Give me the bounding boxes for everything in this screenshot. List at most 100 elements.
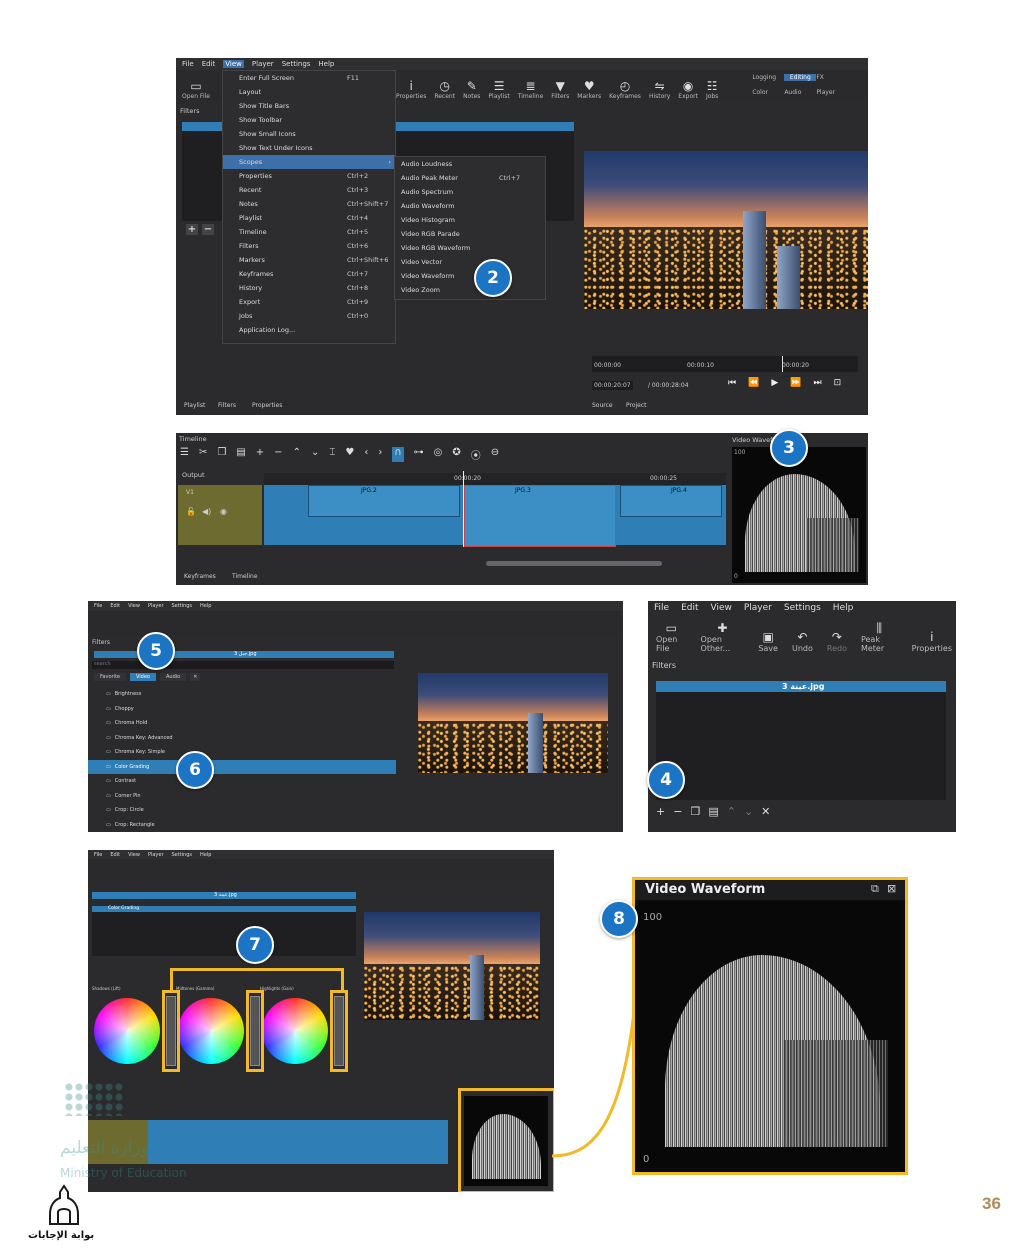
snap-icon[interactable]: ∩ — [392, 447, 404, 462]
layout-audio[interactable]: Audio — [784, 89, 816, 96]
close-tab-icon[interactable]: ✕ — [190, 673, 201, 681]
filter-search[interactable]: search — [92, 661, 394, 669]
scopes-menu-item[interactable]: Video Histogram — [395, 213, 545, 227]
fast-forward-icon[interactable]: ⏩ — [790, 378, 801, 388]
properties-button[interactable]: i Properties — [908, 621, 956, 653]
rewind-icon[interactable]: ⏪ — [748, 378, 759, 388]
ripple-icon[interactable]: ◎ — [434, 447, 443, 462]
view-menu-item[interactable]: Enter Full Screen F11 — [223, 71, 395, 85]
filter-list-item[interactable]: ▭ Chroma Key: Simple — [88, 745, 396, 760]
menu-view[interactable]: View — [128, 852, 140, 858]
scopes-menu-item[interactable]: Video RGB Parade — [395, 227, 545, 241]
add-icon[interactable]: + — [256, 447, 264, 462]
copy-icon[interactable]: ❐ — [217, 447, 226, 462]
tab-video[interactable]: Video — [129, 673, 156, 681]
clip-jpg4[interactable]: JPG.4 — [620, 485, 722, 517]
ripple-all-icon[interactable]: ✪ — [452, 447, 460, 462]
menu-player[interactable]: Player — [148, 603, 164, 609]
view-menu-item[interactable]: Show Small Icons — [223, 127, 395, 141]
copy-filter-icon[interactable]: ❐ — [690, 805, 700, 818]
play-icon[interactable]: ▶ — [771, 378, 778, 388]
clip-jpg3[interactable]: JPG.3 — [464, 485, 616, 547]
menu-settings[interactable]: Settings — [172, 852, 193, 858]
timeline-button[interactable]: ≣ Timeline — [514, 70, 548, 100]
zoom-out-icon[interactable]: ⊖ — [491, 447, 499, 462]
scopes-menu-item[interactable]: Video Zoom — [395, 283, 545, 297]
next-icon[interactable]: › — [378, 447, 382, 462]
menu-view[interactable]: View — [223, 60, 244, 68]
cut-icon[interactable]: ✂ — [199, 447, 207, 462]
menu-view[interactable]: View — [128, 603, 140, 609]
menu-settings[interactable]: Settings — [784, 603, 821, 613]
split-icon[interactable]: ⌶ — [329, 447, 335, 462]
layout-logging[interactable]: Logging — [752, 74, 784, 81]
menu-edit[interactable]: Edit — [110, 603, 120, 609]
view-menu-item[interactable]: Filters Ctrl+6 — [223, 239, 395, 253]
markers-button[interactable]: ♥ Markers — [573, 70, 605, 100]
menu-edit[interactable]: Edit — [110, 852, 120, 858]
tab-keyframes[interactable]: Keyframes — [184, 573, 216, 580]
eye-icon[interactable]: ◉ — [220, 507, 227, 516]
menu-help[interactable]: Help — [200, 852, 211, 858]
filters-button[interactable]: ▼ Filters — [547, 70, 573, 100]
highlights-color-wheel[interactable] — [262, 998, 328, 1064]
jobs-button[interactable]: ☷ Jobs — [702, 70, 722, 100]
view-menu-item[interactable]: Show Text Under Icons — [223, 141, 395, 155]
mute-icon[interactable]: ◀) — [202, 507, 211, 516]
move-up-icon[interactable]: ⌃ — [727, 805, 736, 818]
prev-icon[interactable]: ‹ — [364, 447, 368, 462]
move-down-icon[interactable]: ⌄ — [744, 805, 753, 818]
view-menu-item[interactable]: Export Ctrl+9 — [223, 295, 395, 309]
view-menu-item[interactable]: Properties Ctrl+2 — [223, 169, 395, 183]
shadows-color-wheel[interactable] — [94, 998, 160, 1064]
close-icon[interactable]: ⊠ — [887, 882, 896, 895]
scopes-menu-item[interactable]: Video Vector — [395, 255, 545, 269]
scopes-menu-item[interactable]: Video Waveform — [395, 269, 545, 283]
skip-start-icon[interactable]: ⏮ — [728, 378, 736, 388]
deselect-icon[interactable]: ✕ — [761, 805, 770, 818]
view-menu-item[interactable]: History Ctrl+8 — [223, 281, 395, 295]
layout-player[interactable]: Player — [816, 89, 848, 96]
marker-icon[interactable]: ♥ — [345, 447, 354, 462]
scopes-menu-item[interactable]: Video RGB Waveform — [395, 241, 545, 255]
filter-list-item[interactable]: ▭ Choppy — [88, 702, 396, 717]
view-menu-item[interactable]: Timeline Ctrl+5 — [223, 225, 395, 239]
properties-button[interactable]: i Properties — [392, 70, 430, 100]
export-button[interactable]: ◉ Export — [674, 70, 702, 100]
filter-list-item[interactable]: ▭ Color Grading — [88, 759, 396, 774]
view-menu-item[interactable]: Show Title Bars — [223, 99, 395, 113]
scrub-icon[interactable]: ⊶ — [414, 447, 424, 462]
playlist-button[interactable]: ☰ Playlist — [484, 70, 513, 100]
midtones-color-wheel[interactable] — [178, 998, 244, 1064]
timecode-current[interactable]: 00:00:20:07 — [592, 381, 633, 390]
timeline-scrollbar[interactable] — [486, 561, 662, 566]
menu-help[interactable]: Help — [200, 603, 211, 609]
menu-view[interactable]: View — [711, 603, 732, 613]
scopes-menu-item[interactable]: Audio Waveform — [395, 199, 545, 213]
menu-file[interactable]: File — [94, 852, 102, 858]
remove-filter-button[interactable]: − — [202, 224, 214, 235]
paste-icon[interactable]: ▤ — [236, 447, 245, 462]
menu-settings[interactable]: Settings — [172, 603, 193, 609]
filter-list-item[interactable]: ▭ Brightness — [88, 687, 396, 702]
menu-edit[interactable]: Edit — [202, 60, 216, 68]
float-icon[interactable]: ⧉ — [871, 882, 879, 896]
playhead[interactable] — [782, 356, 783, 372]
project-tab[interactable]: Project — [626, 402, 647, 409]
menu-player[interactable]: Player — [744, 603, 772, 613]
lock-icon[interactable]: 🔓 — [186, 507, 196, 516]
view-menu-item[interactable]: Application Log... — [223, 323, 395, 337]
tab-audio[interactable]: Audio — [160, 673, 187, 681]
view-menu-item[interactable]: Show Toolbar — [223, 113, 395, 127]
undo-button[interactable]: ↶ Undo — [788, 621, 817, 653]
overwrite-icon[interactable]: ⌄ — [311, 447, 319, 462]
scopes-menu-item[interactable]: Audio Loudness — [395, 157, 545, 171]
bottom-tab-filters[interactable]: Filters — [218, 402, 236, 409]
filter-list-item[interactable]: ▭ Chroma Key: Advanced — [88, 731, 396, 746]
open-file-button[interactable]: ▭ Open File — [176, 70, 216, 100]
recent-button[interactable]: ◷ Recent — [430, 70, 459, 100]
view-menu-item[interactable]: Layout — [223, 85, 395, 99]
add-filter-button[interactable]: + — [186, 224, 198, 235]
filter-list-item[interactable]: ▭ Corner Pin — [88, 789, 396, 804]
remove-filter-icon[interactable]: − — [673, 805, 682, 818]
